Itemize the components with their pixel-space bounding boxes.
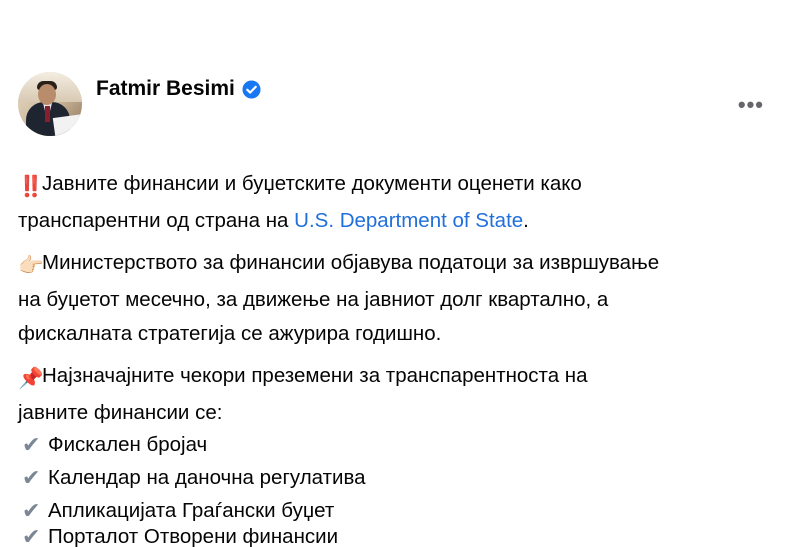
paragraph-text: Најзначајните чекори преземени за трансп… xyxy=(42,364,588,387)
paragraph-evaluation: ‼️Јавните финансии и буџетските документ… xyxy=(18,167,788,238)
author-avatar[interactable] xyxy=(18,72,82,136)
checkmark-icon: ✔ xyxy=(22,431,41,457)
list-item: ✔ Порталот Отворени финансии xyxy=(22,527,788,547)
post-text: ‼️Јавните финансии и буџетските документ… xyxy=(18,167,788,547)
checkmark-icon: ✔ xyxy=(22,464,41,490)
list-item-label: Фискален бројач xyxy=(48,432,208,456)
paragraph-ministry: 👉🏻Министерството за финансии објавува по… xyxy=(18,246,788,351)
checkmark-icon: ✔ xyxy=(22,497,41,523)
pushpin-icon: 📌 xyxy=(18,367,44,390)
checkmark-icon: ✔ xyxy=(22,527,41,547)
paragraph-text: фискалната стратегија се ажурира годишно… xyxy=(18,322,442,345)
avatar-tie xyxy=(45,106,50,122)
author-name-row: Fatmir Besimi xyxy=(96,77,261,101)
state-department-link[interactable]: U.S. Department of State xyxy=(294,209,523,232)
post-header: Fatmir Besimi xyxy=(18,72,261,136)
verified-badge-icon xyxy=(242,79,261,99)
list-item-label: Календар на даночна регулатива xyxy=(48,465,366,489)
paragraph-text: . xyxy=(523,209,529,232)
list-item-label: Порталот Отворени финансии xyxy=(48,527,339,547)
author-name[interactable]: Fatmir Besimi xyxy=(96,77,235,101)
pointing-hand-icon: 👉🏻 xyxy=(18,254,44,277)
list-item: ✔ Фискален бројач xyxy=(22,428,788,461)
steps-list: ✔ Фискален бројач ✔ Календар на даночна … xyxy=(18,428,788,547)
facebook-post: Fatmir Besimi ••• ‼️Јавните финансии и б… xyxy=(0,0,800,547)
avatar-head xyxy=(38,84,56,105)
paragraph-text: транспарентни од страна на xyxy=(18,209,295,232)
list-item: ✔ Апликацијата Граѓански буџет xyxy=(22,494,788,527)
paragraph-text: Јавните финансии и буџетските документи … xyxy=(42,172,582,195)
more-options-icon[interactable]: ••• xyxy=(738,92,764,118)
paragraph-steps: 📌Најзначајните чекори преземени за транс… xyxy=(18,359,788,430)
paragraph-text: јавните финансии се: xyxy=(18,401,223,424)
paragraph-text: на буџетот месечно, за движење на јавнио… xyxy=(18,288,609,311)
avatar-papers xyxy=(52,114,82,136)
paragraph-text: Министерството за финансии објавува пода… xyxy=(42,251,660,274)
list-item-label: Апликацијата Граѓански буџет xyxy=(48,498,335,522)
double-exclamation-icon: ‼️ xyxy=(18,175,44,198)
list-item: ✔ Календар на даночна регулатива xyxy=(22,461,788,494)
